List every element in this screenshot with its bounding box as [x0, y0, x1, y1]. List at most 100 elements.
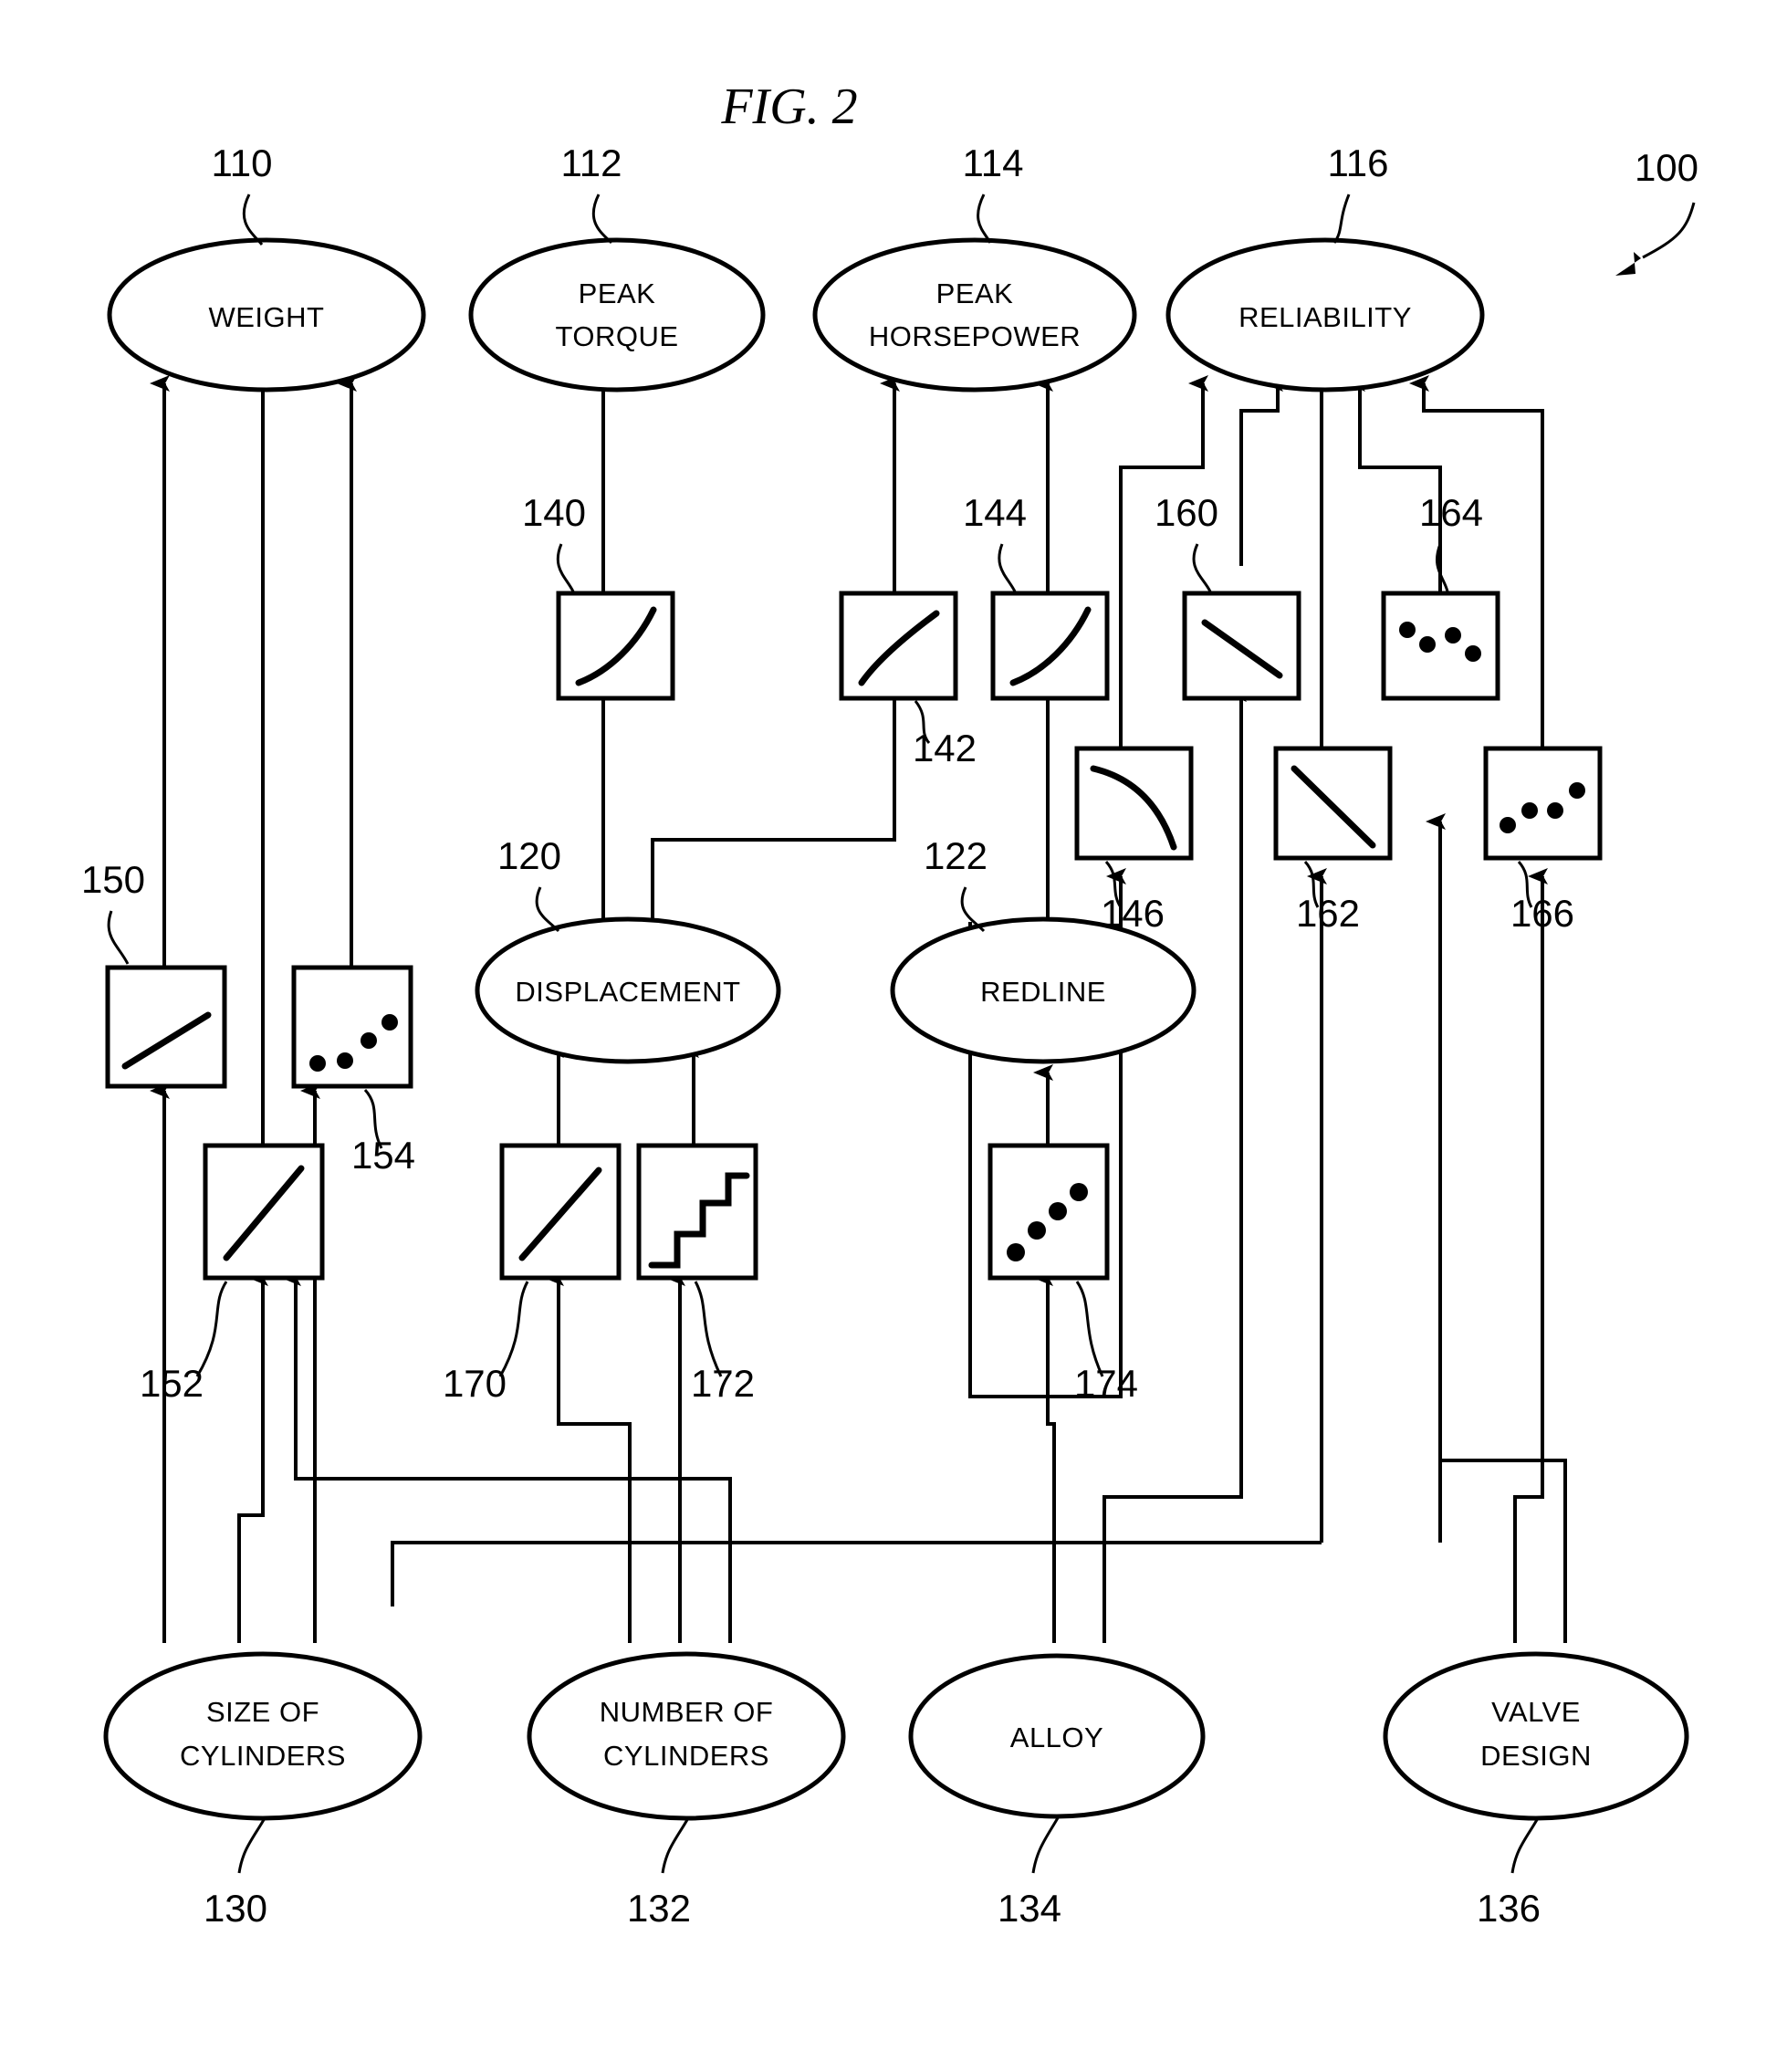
transfer-box-164[interactable]	[1381, 591, 1500, 701]
node-size-of-cylinders[interactable]: SIZE OF CYLINDERS	[103, 1651, 423, 1821]
transfer-box-174-dot-2	[1028, 1221, 1046, 1240]
ref-150-leader	[107, 910, 130, 965]
transfer-box-154[interactable]	[291, 965, 413, 1089]
node-peak-torque-label-1: PEAK	[579, 277, 656, 309]
node-peak-torque[interactable]: PEAK TORQUE	[468, 237, 766, 392]
node-redline-label: REDLINE	[980, 976, 1106, 1008]
system-ref-100-leader	[1642, 202, 1696, 259]
transfer-box-166-dot-2	[1521, 802, 1538, 819]
transfer-box-164-dot-1	[1399, 622, 1416, 638]
wire-numcyl-to-152	[281, 1270, 732, 1643]
transfer-box-170[interactable]	[499, 1143, 622, 1281]
ref-172: 172	[691, 1362, 755, 1405]
ref-166: 166	[1510, 892, 1574, 935]
transfer-box-154-dot-4	[381, 1014, 398, 1031]
ref-114-leader	[977, 194, 992, 244]
wire-size-to-152	[237, 1270, 268, 1643]
node-peak-torque-shape[interactable]	[468, 237, 766, 392]
ref-136-leader	[1510, 1817, 1540, 1874]
wire-displacement-to-142	[651, 667, 900, 922]
node-size-of-cylinders-label-1: SIZE OF	[206, 1696, 319, 1728]
wire-alloy-to-174	[1033, 1270, 1056, 1643]
ref-152: 152	[140, 1362, 204, 1405]
ref-134-leader	[1031, 1816, 1061, 1874]
node-valve-design-label-1: VALVE	[1491, 1696, 1581, 1728]
node-displacement-label: DISPLACEMENT	[515, 976, 740, 1008]
node-redline[interactable]: REDLINE	[890, 916, 1197, 1064]
system-ref-100-label: 100	[1635, 146, 1698, 189]
node-valve-design-shape[interactable]	[1383, 1651, 1689, 1821]
ref-130-leader	[237, 1817, 266, 1874]
transfer-box-166-dot-1	[1500, 817, 1516, 833]
figure-title: FIG. 2	[720, 78, 857, 135]
node-number-of-cylinders-shape[interactable]	[527, 1651, 846, 1821]
node-alloy[interactable]: ALLOY	[908, 1653, 1206, 1819]
transfer-box-152[interactable]	[203, 1143, 325, 1281]
ref-174: 174	[1074, 1362, 1138, 1405]
ref-110-leader	[242, 194, 264, 246]
ref-140-leader	[556, 543, 575, 592]
transfer-box-164-dot-3	[1445, 627, 1461, 644]
ref-160-leader	[1192, 543, 1212, 592]
ref-134: 134	[998, 1887, 1061, 1930]
node-peak-horsepower-shape[interactable]	[812, 237, 1137, 392]
ref-114: 114	[963, 141, 1024, 184]
node-valve-design-label-2: DESIGN	[1480, 1740, 1592, 1772]
wire-160-to-reliability	[1239, 375, 1283, 566]
transfer-box-166-dot-4	[1569, 782, 1585, 799]
transfer-box-150[interactable]	[105, 965, 227, 1089]
node-reliability-label: RELIABILITY	[1238, 301, 1412, 333]
transfer-box-164-dot-2	[1419, 636, 1436, 653]
transfer-box-174-dot-3	[1049, 1202, 1067, 1220]
ref-120-leader	[535, 886, 560, 933]
ref-150: 150	[81, 858, 145, 901]
transfer-box-166[interactable]	[1483, 746, 1603, 861]
ref-164: 164	[1419, 491, 1483, 534]
node-peak-horsepower[interactable]: PEAK HORSEPOWER	[812, 237, 1137, 392]
wire-valve-to-164	[1440, 1459, 1567, 1643]
ref-142: 142	[913, 727, 977, 769]
node-weight[interactable]: WEIGHT	[107, 237, 426, 392]
transfer-box-162[interactable]	[1273, 746, 1393, 861]
node-size-of-cylinders-shape[interactable]	[103, 1651, 423, 1821]
transfer-box-174-dot-4	[1070, 1183, 1088, 1201]
transfer-box-166-shape[interactable]	[1483, 746, 1603, 861]
ref-110: 110	[212, 141, 273, 184]
ref-122: 122	[924, 834, 988, 877]
node-peak-horsepower-label-1: PEAK	[936, 277, 1014, 309]
ref-136: 136	[1477, 1887, 1541, 1930]
transfer-box-164-shape[interactable]	[1381, 591, 1500, 701]
ref-132: 132	[627, 1887, 691, 1930]
transfer-box-174-shape[interactable]	[988, 1143, 1110, 1281]
ref-144-leader	[998, 543, 1017, 592]
transfer-box-154-dot-3	[361, 1032, 377, 1049]
transfer-box-142[interactable]	[839, 591, 958, 701]
node-number-of-cylinders[interactable]: NUMBER OF CYLINDERS	[527, 1651, 846, 1821]
node-displacement[interactable]: DISPLACEMENT	[475, 916, 781, 1064]
transfer-box-146[interactable]	[1074, 746, 1194, 861]
transfer-box-144[interactable]	[990, 591, 1110, 701]
transfer-box-174-dot-1	[1007, 1243, 1025, 1261]
node-number-of-cylinders-label-2: CYLINDERS	[603, 1740, 769, 1772]
transfer-box-174[interactable]	[988, 1143, 1110, 1281]
ref-170: 170	[443, 1362, 507, 1405]
wire-valve-to-166	[1513, 868, 1548, 1643]
node-peak-torque-label-2: TORQUE	[555, 320, 678, 352]
diagram-canvas: FIG. 2 100 WEIGHT 110 PEAK TORQUE 112 PE…	[81, 78, 1698, 1930]
transfer-box-140[interactable]	[556, 591, 675, 701]
ref-162: 162	[1296, 892, 1360, 935]
transfer-box-172[interactable]	[636, 1143, 758, 1281]
node-valve-design[interactable]: VALVE DESIGN	[1383, 1651, 1689, 1821]
ref-112-leader	[591, 194, 613, 245]
ref-120: 120	[497, 834, 561, 877]
node-reliability[interactable]: RELIABILITY	[1165, 237, 1485, 392]
node-alloy-label: ALLOY	[1010, 1721, 1103, 1753]
transfer-box-172-shape[interactable]	[636, 1143, 758, 1281]
ref-130: 130	[204, 1887, 267, 1930]
node-weight-label: WEIGHT	[209, 301, 325, 333]
ref-112: 112	[561, 141, 622, 184]
node-number-of-cylinders-label-1: NUMBER OF	[600, 1696, 774, 1728]
transfer-box-160[interactable]	[1182, 591, 1301, 701]
transfer-box-154-dot-1	[309, 1055, 326, 1072]
node-size-of-cylinders-label-2: CYLINDERS	[180, 1740, 346, 1772]
